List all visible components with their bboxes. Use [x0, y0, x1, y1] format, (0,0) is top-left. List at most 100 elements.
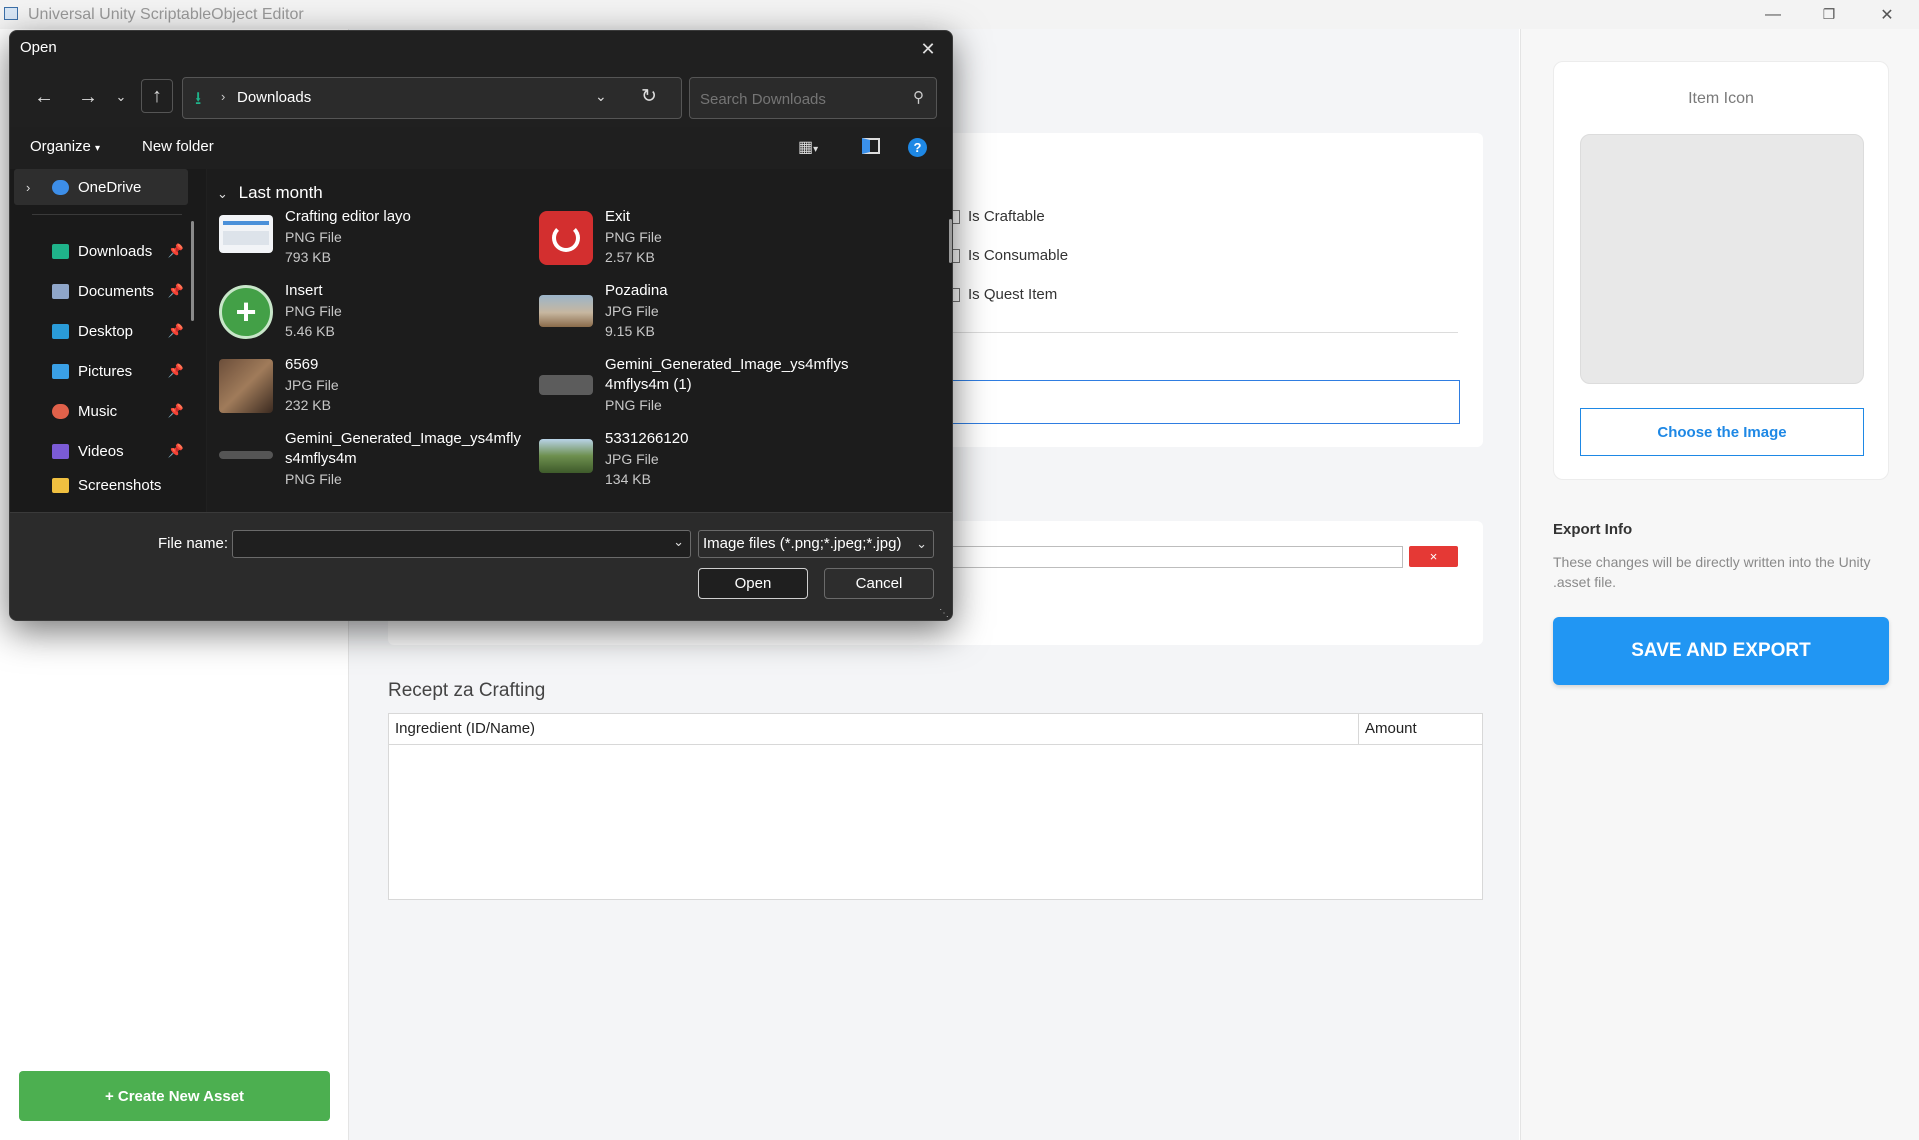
photo-thumbnail-icon: [219, 359, 273, 413]
open-button[interactable]: Open: [698, 568, 808, 599]
nav-item-screenshots[interactable]: Screenshots: [10, 473, 188, 497]
icon-preview: [1580, 134, 1864, 384]
app-icon: [4, 7, 18, 20]
address-bar[interactable]: ⭳ › Downloads ⌄ ↻: [182, 77, 682, 119]
file-type: JPG File: [605, 303, 659, 319]
pin-icon: 📌: [167, 443, 184, 458]
file-name: Pozadina: [605, 282, 668, 299]
choose-image-button[interactable]: Choose the Image: [1580, 408, 1864, 456]
help-icon[interactable]: ?: [908, 138, 927, 157]
chevron-down-icon[interactable]: ⌄: [673, 534, 684, 550]
music-icon: [52, 403, 69, 419]
plus-icon: +: [219, 285, 273, 339]
stat-value-input[interactable]: [946, 546, 1403, 568]
file-name: 5331266120: [605, 430, 689, 447]
file-item[interactable]: Crafting editor layo PNG File 793 KB: [207, 207, 517, 279]
close-icon: ✕: [1880, 6, 1894, 24]
photo-thumbnail-icon: [539, 439, 593, 473]
pin-icon: 📌: [167, 403, 184, 418]
dialog-close-button[interactable]: ✕: [914, 35, 942, 63]
description-input[interactable]: [946, 380, 1460, 424]
arrow-right-icon: →: [78, 85, 98, 108]
remove-stat-button[interactable]: ×: [1409, 546, 1458, 567]
file-type: JPG File: [605, 451, 659, 467]
desktop-icon: [52, 323, 69, 339]
new-folder-button[interactable]: New folder: [142, 138, 214, 155]
nav-item-videos[interactable]: Videos 📌: [10, 433, 188, 469]
column-header-amount[interactable]: Amount: [1359, 714, 1482, 744]
breadcrumb-downloads[interactable]: Downloads: [237, 89, 311, 106]
checkbox-label: Is Quest Item: [968, 286, 1058, 303]
file-name-label: File name:: [158, 535, 229, 552]
is-consumable-checkbox[interactable]: Is Consumable: [946, 247, 1068, 264]
nav-label: OneDrive: [78, 178, 142, 196]
column-header-ingredient[interactable]: Ingredient (ID/Name): [389, 714, 1359, 744]
nav-scrollbar[interactable]: [191, 221, 194, 321]
is-quest-item-checkbox[interactable]: Is Quest Item: [946, 286, 1057, 303]
is-craftable-checkbox[interactable]: Is Craftable: [946, 208, 1045, 225]
restore-button[interactable]: ❐: [1806, 0, 1852, 29]
file-item[interactable]: Pozadina JPG File 9.15 KB: [527, 281, 837, 353]
file-item[interactable]: 5331266120 JPG File 134 KB: [527, 429, 837, 501]
window-title: Universal Unity ScriptableObject Editor: [28, 6, 304, 23]
nav-label: Videos: [78, 442, 124, 460]
caret-down-icon: ▾: [95, 143, 101, 154]
file-size: 9.15 KB: [605, 323, 655, 339]
file-list-scrollbar[interactable]: [949, 219, 952, 263]
nav-item-desktop[interactable]: Desktop 📌: [10, 313, 188, 349]
minimize-icon: —: [1765, 5, 1781, 23]
view-options-icon[interactable]: ▦▾: [798, 137, 818, 157]
nav-item-music[interactable]: Music 📌: [10, 393, 188, 429]
file-item[interactable]: Gemini_Generated_Image_ys4mflys4mflys4m …: [207, 429, 521, 501]
search-icon: ⚲: [913, 89, 924, 106]
resize-grip-icon[interactable]: ⋱: [939, 608, 949, 619]
save-and-export-button[interactable]: SAVE AND EXPORT: [1553, 617, 1889, 685]
file-name: Exit: [605, 208, 631, 225]
back-button[interactable]: ←: [28, 81, 60, 113]
search-input[interactable]: [698, 86, 902, 112]
recipe-table[interactable]: Ingredient (ID/Name) Amount: [388, 713, 1483, 900]
file-item[interactable]: Exit PNG File 2.57 KB: [527, 207, 837, 279]
nav-item-onedrive[interactable]: › OneDrive: [14, 169, 188, 205]
export-info-description: These changes will be directly written i…: [1553, 554, 1871, 590]
group-header[interactable]: ⌄ Last month: [217, 183, 323, 203]
chevron-down-icon: ⌄: [217, 186, 228, 201]
up-button[interactable]: ↑: [141, 79, 173, 113]
preview-pane-icon[interactable]: [862, 138, 880, 154]
nav-item-documents[interactable]: Documents 📌: [10, 273, 188, 309]
pin-icon: 📌: [167, 363, 184, 378]
file-name: Gemini_Generated_Image_ys4mflys4mflys4m: [285, 430, 521, 467]
file-name-block: 5331266120 JPG File 134 KB: [605, 429, 845, 489]
minimize-button[interactable]: —: [1750, 0, 1796, 29]
close-window-button[interactable]: ✕: [1864, 0, 1910, 29]
window-titlebar: Universal Unity ScriptableObject Editor …: [0, 0, 1919, 29]
create-new-asset-button[interactable]: + Create New Asset: [19, 1071, 330, 1121]
search-box[interactable]: ⚲: [689, 77, 937, 119]
pin-icon: 📌: [167, 283, 184, 298]
videos-icon: [52, 443, 69, 459]
expand-chevron-icon[interactable]: ›: [26, 180, 30, 195]
recent-locations-button[interactable]: ⌄: [111, 81, 131, 113]
file-item[interactable]: Gemini_Generated_Image_ys4mflys4mflys4m …: [527, 355, 848, 427]
dialog-toolbar: Organize ▾ New folder ▦▾ ?: [10, 127, 952, 169]
file-name: 6569: [285, 356, 319, 373]
cancel-button[interactable]: Cancel: [824, 568, 934, 599]
organize-menu[interactable]: Organize ▾: [30, 138, 100, 155]
file-size: 793 KB: [285, 249, 331, 265]
forward-button[interactable]: →: [72, 81, 104, 113]
nav-item-downloads[interactable]: Downloads 📌: [10, 233, 188, 269]
chevron-down-icon[interactable]: ⌄: [595, 88, 607, 105]
downloads-icon: ⭳: [195, 88, 202, 108]
file-type-filter[interactable]: Image files (*.png;*.jpeg;*.jpg) ⌄: [698, 530, 934, 558]
refresh-icon[interactable]: ↻: [641, 85, 657, 108]
documents-icon: [52, 283, 69, 299]
divider: [946, 332, 1458, 333]
file-type: PNG File: [605, 397, 662, 413]
nav-item-pictures[interactable]: Pictures 📌: [10, 353, 188, 389]
image-thumbnail-icon: [219, 451, 273, 459]
file-name-input[interactable]: ⌄: [232, 530, 691, 558]
file-item[interactable]: + Insert PNG File 5.46 KB: [207, 281, 517, 353]
file-name: Gemini_Generated_Image_ys4mflys4mflys4m …: [605, 356, 849, 393]
file-item[interactable]: 6569 JPG File 232 KB: [207, 355, 517, 427]
open-file-dialog: Open ✕ ← → ⌄ ↑ ⭳ › Downloads ⌄ ↻ ⚲ Organ…: [9, 30, 953, 621]
